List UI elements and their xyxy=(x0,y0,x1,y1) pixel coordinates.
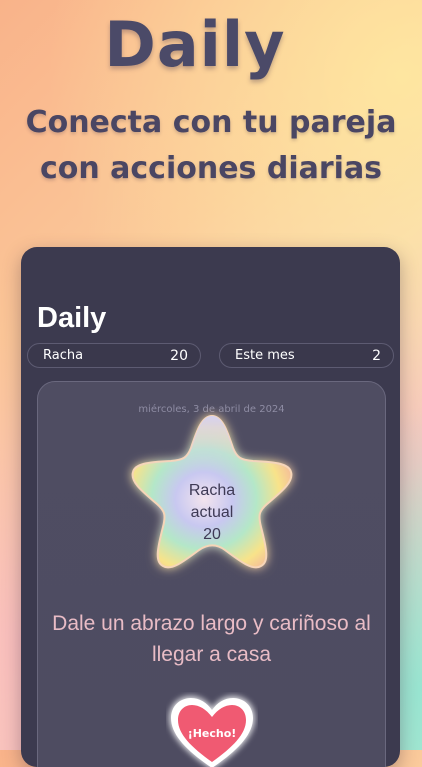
month-stat-pill: Este mes 2 xyxy=(219,343,394,368)
streak-star: Racha actual 20 xyxy=(119,400,305,580)
hero-title: Daily xyxy=(104,8,286,81)
done-button[interactable]: ¡Hecho! xyxy=(166,692,258,767)
app-screen: Daily Racha 20 Este mes 2 miércoles, 3 d… xyxy=(21,247,400,767)
streak-star-text: Racha actual 20 xyxy=(119,480,305,546)
streak-star-value: 20 xyxy=(203,526,221,543)
daily-task-text: Dale un abrazo largo y cariñoso al llega… xyxy=(52,612,371,666)
streak-star-label: Racha xyxy=(188,482,236,499)
streak-stat-value: 20 xyxy=(170,347,188,364)
month-stat-label: Este mes xyxy=(235,348,295,363)
done-button-label: ¡Hecho! xyxy=(187,727,237,740)
streak-star-sublabel: actual xyxy=(190,504,234,521)
hero-subtitle: Conecta con tu pareja con acciones diari… xyxy=(25,105,397,186)
page-title: Daily xyxy=(37,302,107,334)
streak-stat-label: Racha xyxy=(43,348,84,363)
month-stat-value: 2 xyxy=(372,347,381,364)
streak-stat-pill: Racha 20 xyxy=(27,343,201,368)
daily-task-card: miércoles, 3 de abril de 2024 Racha actu… xyxy=(37,381,386,767)
